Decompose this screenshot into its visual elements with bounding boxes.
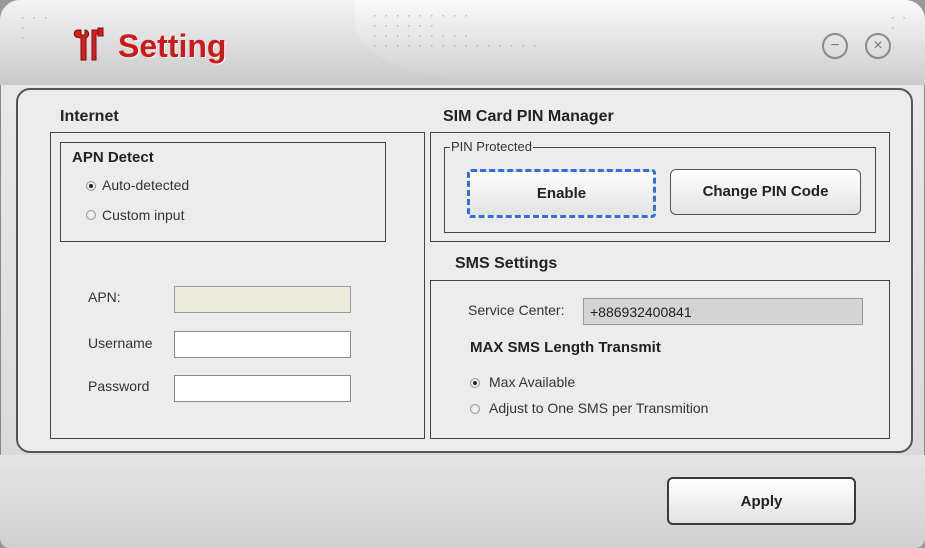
one-sms-per-transmition-radio[interactable] <box>470 404 480 414</box>
close-button[interactable]: × <box>865 33 891 59</box>
pin-protected-label: PIN Protected <box>450 139 533 154</box>
minimize-icon: − <box>830 37 840 54</box>
internet-section-title: Internet <box>60 108 119 125</box>
change-pin-button[interactable]: Change PIN Code <box>670 169 861 215</box>
sms-section-title: SMS Settings <box>455 255 558 272</box>
settings-panel: Internet APN Detect Auto-detected Custom… <box>16 88 913 453</box>
custom-input-radio[interactable] <box>86 210 96 220</box>
decorative-dots: ········· ······ ········· ··············· <box>372 12 544 52</box>
service-center-label: Service Center: <box>468 302 565 318</box>
apply-button[interactable]: Apply <box>667 477 856 525</box>
apn-input[interactable] <box>174 286 351 313</box>
enable-pin-button[interactable]: Enable <box>467 169 656 218</box>
auto-detected-label: Auto-detected <box>102 177 190 193</box>
window-title: Setting <box>118 28 227 64</box>
minimize-button[interactable]: − <box>822 33 848 59</box>
max-available-label: Max Available <box>489 374 576 390</box>
tools-icon <box>73 27 104 61</box>
username-input[interactable] <box>174 331 351 358</box>
max-available-radio[interactable] <box>470 378 480 388</box>
one-sms-per-transmition-label: Adjust to One SMS per Transmition <box>489 400 709 416</box>
auto-detected-radio[interactable] <box>86 181 96 191</box>
apn-label: APN: <box>88 289 121 305</box>
title-bar[interactable]: ··· · · ········· ······ ········· ··········… <box>0 0 925 85</box>
close-icon: × <box>873 37 883 54</box>
custom-input-label: Custom input <box>102 207 185 223</box>
service-center-input[interactable] <box>583 298 863 325</box>
settings-window: ··· · · ········· ······ ········· ··········… <box>0 0 925 548</box>
username-label: Username <box>88 335 153 351</box>
password-input[interactable] <box>174 375 351 402</box>
max-sms-length-title: MAX SMS Length Transmit <box>470 339 661 356</box>
sim-pin-section-title: SIM Card PIN Manager <box>443 108 614 125</box>
decorative-dots: ·· · <box>890 14 913 34</box>
apn-detect-title: APN Detect <box>72 149 154 166</box>
footer-bar: Apply <box>0 455 925 548</box>
decorative-dots: ··· · · <box>20 14 55 44</box>
password-label: Password <box>88 378 150 394</box>
